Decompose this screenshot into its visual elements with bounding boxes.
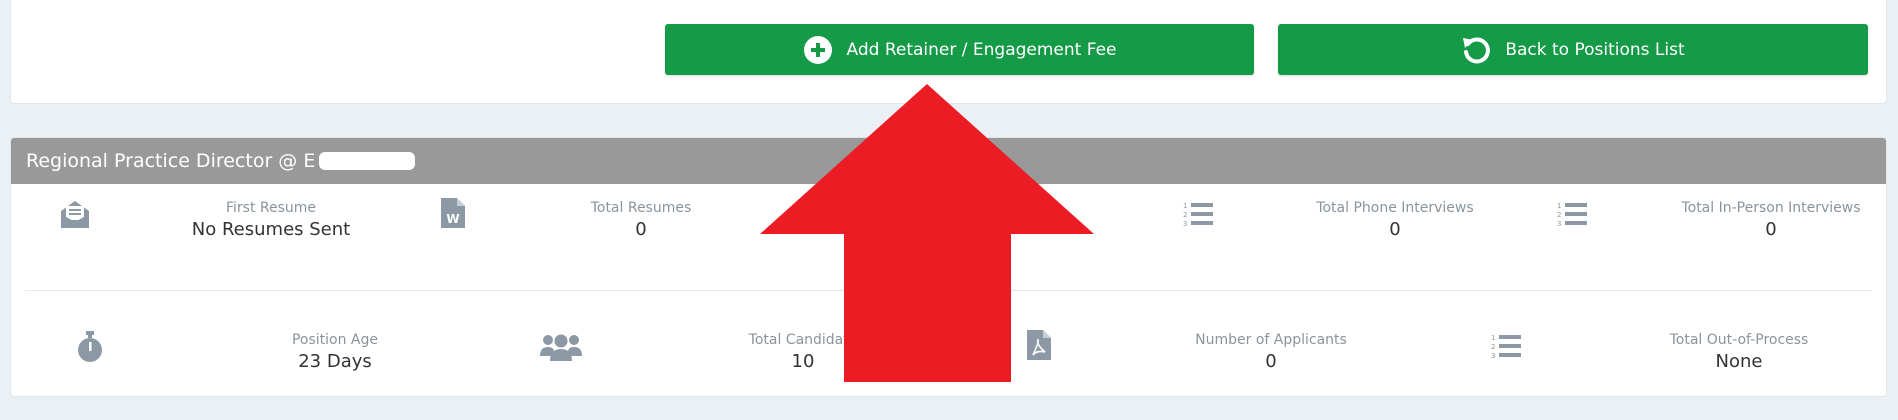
total-out-of-process-label: Total Out-of-Process: [1669, 332, 1809, 348]
total-resumes-value: 0: [635, 219, 647, 240]
undo-icon: [1461, 35, 1491, 65]
svg-text:3: 3: [1183, 220, 1187, 228]
total-phone-interviews-stat: Total Phone Interviews 0: [1265, 200, 1525, 240]
total-out-of-process-stat: Total Out-of-Process None: [1599, 332, 1879, 372]
svg-text:1: 1: [1491, 334, 1495, 342]
envelope-open-icon: [59, 198, 91, 230]
plus-circle-icon: [803, 35, 833, 65]
number-of-applicants-label: Number of Applicants: [1195, 332, 1347, 348]
total-resumes-label: Total Resumes: [590, 200, 692, 216]
position-age-value: 23 Days: [298, 351, 372, 372]
ordered-list-icon: 1 2 3: [1489, 332, 1523, 360]
number-of-applicants-value: 0: [1265, 351, 1277, 372]
position-age-stat: Position Age 23 Days: [205, 332, 465, 372]
users-icon: [539, 332, 583, 362]
total-out-of-process-value: None: [1715, 351, 1763, 372]
first-resume-stat: First Resume No Resumes Sent: [141, 200, 401, 240]
first-resume-label: First Resume: [225, 200, 317, 216]
red-arrow-annotation-icon: [760, 84, 1094, 386]
ordered-list-icon: 1 2 3: [1555, 200, 1589, 228]
total-in-person-interviews-label: Total In-Person Interviews: [1681, 200, 1861, 216]
svg-text:1: 1: [1557, 202, 1561, 210]
back-label: Back to Positions List: [1505, 39, 1685, 60]
svg-text:1: 1: [1183, 202, 1187, 210]
back-to-positions-button[interactable]: Back to Positions List: [1278, 24, 1868, 75]
add-retainer-button[interactable]: Add Retainer / Engagement Fee: [665, 24, 1254, 75]
svg-text:2: 2: [1491, 343, 1495, 351]
word-document-icon: W: [439, 196, 467, 230]
total-phone-interviews-label: Total Phone Interviews: [1316, 200, 1474, 216]
position-title: Regional Practice Director @ E: [26, 150, 316, 172]
total-in-person-interviews-stat: Total In-Person Interviews 0: [1631, 200, 1886, 240]
total-resumes-stat: Total Resumes 0: [511, 200, 771, 240]
position-age-label: Position Age: [291, 332, 379, 348]
stopwatch-icon: [75, 330, 105, 364]
svg-text:3: 3: [1557, 220, 1561, 228]
add-retainer-label: Add Retainer / Engagement Fee: [846, 39, 1117, 60]
svg-text:2: 2: [1557, 211, 1561, 219]
svg-text:3: 3: [1491, 352, 1495, 360]
redacted-company: [319, 152, 416, 170]
total-in-person-interviews-value: 0: [1765, 219, 1777, 240]
total-phone-interviews-value: 0: [1389, 219, 1401, 240]
svg-text:2: 2: [1183, 211, 1187, 219]
ordered-list-icon: 1 2 3: [1181, 200, 1215, 228]
svg-text:W: W: [446, 212, 459, 226]
first-resume-value: No Resumes Sent: [191, 219, 351, 240]
number-of-applicants-stat: Number of Applicants 0: [1131, 332, 1411, 372]
